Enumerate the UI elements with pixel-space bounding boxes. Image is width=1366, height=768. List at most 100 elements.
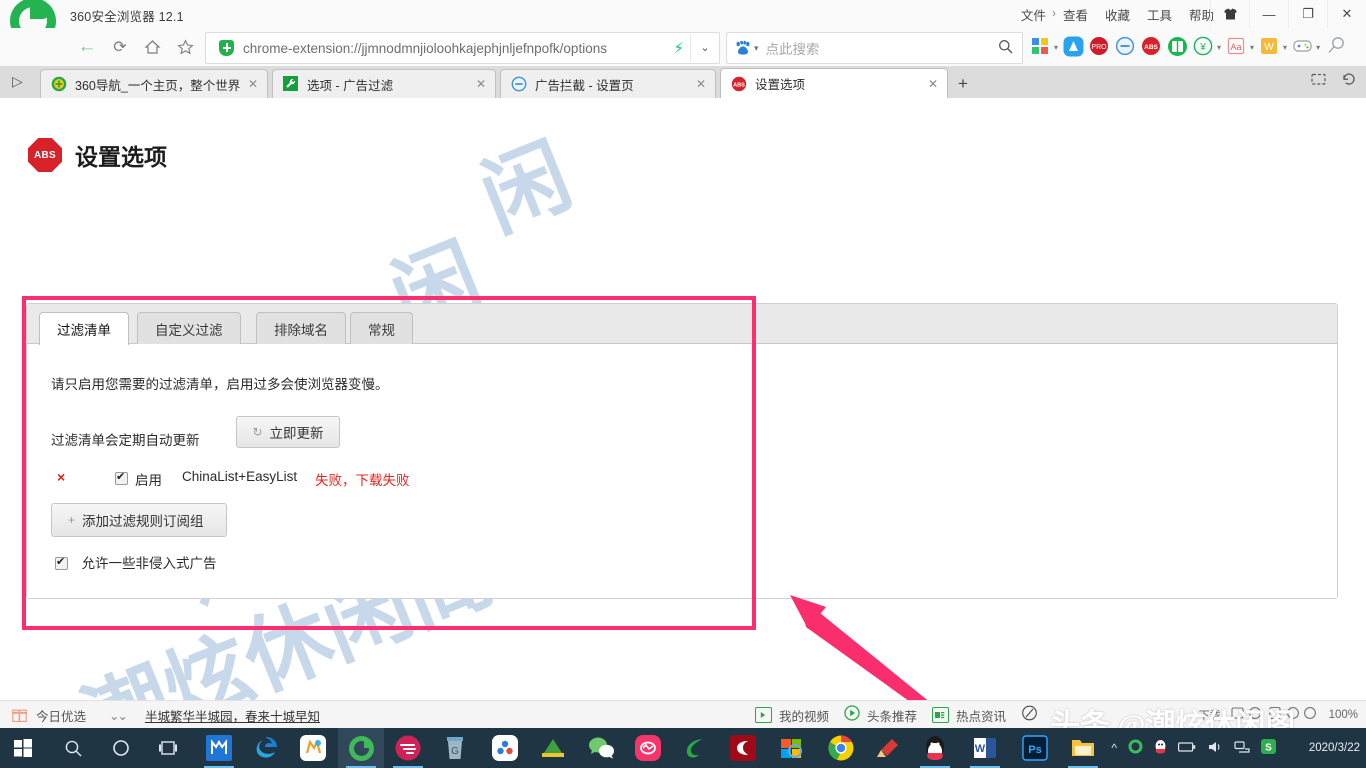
- address-bar[interactable]: chrome-extension://jjmnodmnjioloohkajeph…: [205, 32, 720, 64]
- apps-caret-icon[interactable]: ▾: [1054, 43, 1058, 52]
- skin-button[interactable]: [1210, 0, 1249, 28]
- undo-close-tab-icon[interactable]: [1341, 72, 1356, 89]
- delete-subscription-icon[interactable]: ×: [57, 469, 65, 485]
- news-box-icon[interactable]: [932, 707, 950, 723]
- expand-chevron-icon[interactable]: ⌄⌄: [109, 708, 128, 723]
- search-bar[interactable]: ▾ 点此搜索: [726, 32, 1023, 64]
- word-icon[interactable]: W: [962, 728, 1008, 768]
- browser-tab-3-active[interactable]: ABS 设置选项 ✕: [720, 68, 948, 98]
- menu-item-view[interactable]: 查看: [1063, 5, 1088, 24]
- speed-icon[interactable]: [1021, 705, 1038, 726]
- tab-close-icon[interactable]: ✕: [242, 77, 264, 91]
- chrome-icon[interactable]: [818, 728, 864, 768]
- volume-icon[interactable]: [1207, 740, 1223, 757]
- add-subscription-button[interactable]: + 添加过滤规则订阅组: [51, 503, 227, 537]
- play-circle-icon[interactable]: [844, 704, 860, 726]
- play-box-icon[interactable]: [755, 707, 772, 723]
- abs-icon[interactable]: ABS: [1141, 36, 1163, 58]
- download-label[interactable]: 下载: [1199, 707, 1221, 723]
- windows-photo-icon[interactable]: [768, 728, 814, 768]
- 360-tray-icon[interactable]: [1128, 739, 1143, 757]
- xunlei-icon[interactable]: [385, 728, 431, 768]
- magnifier-key-icon[interactable]: [1325, 36, 1347, 58]
- gift-icon[interactable]: [11, 708, 28, 723]
- yen-caret-icon[interactable]: ▾: [1217, 43, 1221, 52]
- game-pad-icon[interactable]: [1292, 36, 1314, 58]
- network-icon[interactable]: [1234, 740, 1250, 757]
- tab-close-icon[interactable]: ✕: [690, 77, 712, 91]
- explorer-icon[interactable]: [1060, 728, 1106, 768]
- qq-tray-icon[interactable]: [1154, 739, 1167, 757]
- maximize-button[interactable]: ❐: [1288, 0, 1327, 28]
- search-input[interactable]: 点此搜索: [766, 38, 998, 58]
- close-button[interactable]: ✕: [1327, 0, 1366, 28]
- game-caret-icon[interactable]: ▾: [1316, 43, 1320, 52]
- acceptable-ads-row[interactable]: 允许一些非侵入式广告: [55, 552, 216, 573]
- maxthon-icon[interactable]: [196, 728, 242, 768]
- pink-app-icon[interactable]: [625, 728, 671, 768]
- tab-filter-lists[interactable]: 过滤清单: [39, 312, 129, 345]
- sogou-icon[interactable]: S: [1261, 739, 1276, 757]
- recycle-g-icon[interactable]: G: [432, 728, 478, 768]
- baidu-icon[interactable]: [735, 40, 751, 56]
- url-dropdown-icon[interactable]: ⌄: [690, 34, 719, 62]
- tab-excluded-domains[interactable]: 排除域名: [256, 312, 346, 344]
- kugou-icon[interactable]: [290, 728, 336, 768]
- minimize-button[interactable]: —: [1249, 0, 1288, 28]
- camtasia-icon[interactable]: [720, 728, 766, 768]
- browser-tab-0[interactable]: 360导航_一个主页，整个世界 ✕: [40, 69, 268, 98]
- 360-browser-icon[interactable]: [338, 728, 384, 768]
- green-book-icon[interactable]: [1167, 36, 1189, 58]
- back-button[interactable]: ←: [72, 32, 102, 62]
- apps-icon[interactable]: [1030, 36, 1052, 58]
- home-icon[interactable]: [137, 32, 167, 62]
- 360-leaf-icon[interactable]: [672, 728, 718, 768]
- search-engine-caret-icon[interactable]: ▾: [754, 43, 759, 54]
- tab-custom-filters[interactable]: 自定义过滤: [137, 312, 241, 344]
- taskbar-clock[interactable]: 2020/3/22: [1309, 728, 1360, 768]
- drive-blue-icon[interactable]: [1063, 36, 1085, 58]
- headline-link[interactable]: 半城繁华半城园，春来十城早知: [145, 706, 320, 725]
- menu-item-tools[interactable]: 工具: [1147, 5, 1172, 24]
- browser-tab-1[interactable]: 选项 - 广告过滤 ✕: [272, 69, 496, 98]
- lightning-icon[interactable]: ⚡: [673, 39, 684, 57]
- qq-icon[interactable]: [912, 728, 958, 768]
- today-deals-label[interactable]: 今日优选: [36, 706, 86, 725]
- gamecenter-icon[interactable]: [482, 728, 528, 768]
- search-magnifier-icon[interactable]: [998, 39, 1013, 57]
- photoshop-icon[interactable]: Ps: [1012, 728, 1058, 768]
- task-view-icon[interactable]: [145, 728, 191, 768]
- tab-list-toggle-icon[interactable]: ▷: [12, 73, 23, 90]
- zoom-level-label[interactable]: 100%: [1329, 709, 1358, 721]
- wang-caret-icon[interactable]: ▾: [1283, 43, 1287, 52]
- menu-item-favorites[interactable]: 收藏: [1105, 5, 1130, 24]
- browser-tab-2[interactable]: 广告拦截 - 设置页 ✕: [500, 69, 716, 98]
- start-button[interactable]: [0, 728, 46, 768]
- search-icon[interactable]: [50, 728, 96, 768]
- aa-caret-icon[interactable]: ▾: [1250, 43, 1254, 52]
- pro-badge-icon[interactable]: PRO: [1089, 36, 1111, 58]
- menu-item-file[interactable]: 文件: [1021, 5, 1046, 24]
- hot-news-label[interactable]: 热点资讯: [956, 706, 1006, 725]
- tab-close-icon[interactable]: ✕: [470, 77, 492, 91]
- ccleaner-icon[interactable]: [865, 728, 911, 768]
- battery-icon[interactable]: [1178, 741, 1196, 756]
- my-video-label[interactable]: 我的视频: [779, 706, 829, 725]
- edge-icon[interactable]: [243, 728, 289, 768]
- update-now-button[interactable]: ↻ 立即更新: [236, 416, 340, 448]
- aa-translate-icon[interactable]: Aa: [1226, 36, 1248, 58]
- tab-close-icon[interactable]: ✕: [922, 77, 944, 91]
- ruler-icon[interactable]: [530, 728, 576, 768]
- yen-shield-icon[interactable]: ¥: [1193, 36, 1215, 58]
- wang-gold-icon[interactable]: W: [1259, 36, 1281, 58]
- wechat-icon[interactable]: [578, 728, 624, 768]
- toutiao-recommend-label[interactable]: 头条推荐: [867, 706, 917, 725]
- tab-general[interactable]: 常规: [350, 312, 413, 344]
- bookmark-star-icon[interactable]: [170, 32, 200, 62]
- restore-window-icon[interactable]: [1311, 72, 1327, 89]
- enable-subscription-checkbox[interactable]: [115, 470, 128, 485]
- adblock-minus-icon[interactable]: [1115, 36, 1137, 58]
- tray-expand-icon[interactable]: ^: [1111, 741, 1117, 755]
- cortana-icon[interactable]: [98, 728, 144, 768]
- new-tab-button[interactable]: +: [952, 74, 974, 94]
